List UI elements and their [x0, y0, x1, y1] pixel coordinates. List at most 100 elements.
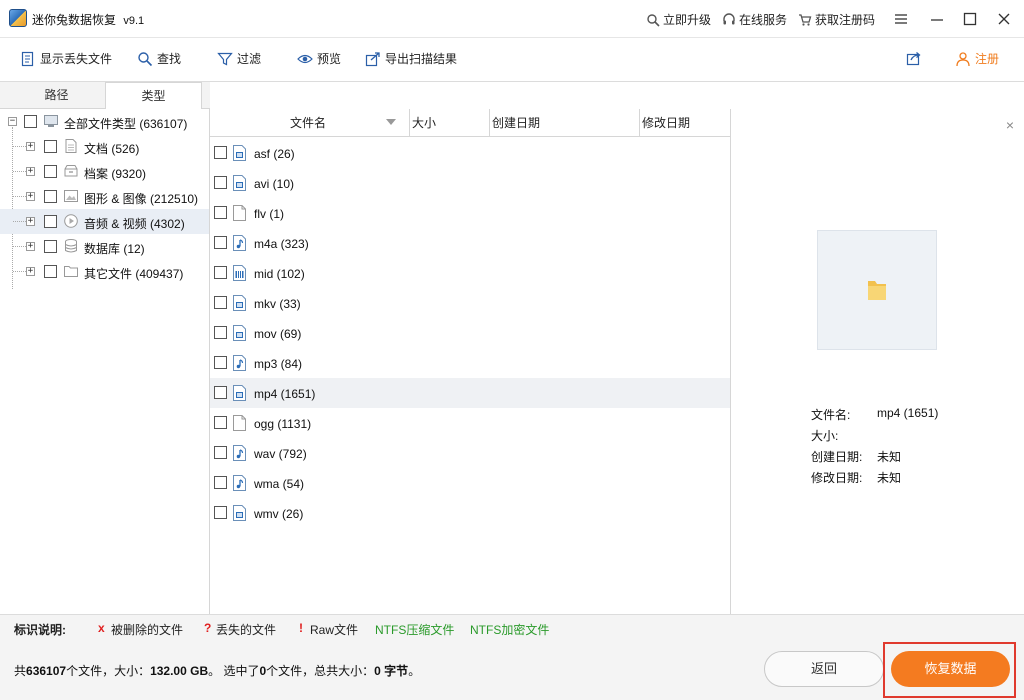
file-row[interactable]: mov (69) [210, 318, 730, 348]
file-type-label: mid (102) [254, 267, 305, 281]
expand-toggle[interactable]: + [26, 217, 35, 226]
file-checkbox[interactable] [214, 476, 227, 489]
minimize-button[interactable] [926, 8, 948, 30]
file-row[interactable]: ogg (1131) [210, 408, 730, 438]
file-row[interactable]: wmv (26) [210, 498, 730, 528]
export-scan-results-button[interactable]: 导出扫描结果 [365, 50, 457, 67]
tree-row[interactable]: + 其它文件 (409437) [0, 259, 209, 284]
total-size: 132.00 GB [150, 664, 209, 678]
find-button[interactable]: 查找 [137, 50, 181, 67]
file-checkbox[interactable] [214, 296, 227, 309]
preview-size-label: 大小: [811, 429, 839, 443]
file-list: 文件名 大小 创建日期 修改日期 asf (26) avi (10) flv (1)… [210, 109, 731, 614]
total-files-count: 636107 [26, 664, 67, 678]
get-code-link[interactable]: 获取注册码 [798, 11, 875, 28]
expand-toggle[interactable]: + [26, 267, 35, 276]
tree-checkbox[interactable] [44, 240, 57, 253]
file-checkbox[interactable] [214, 326, 227, 339]
video-file-icon [233, 325, 246, 341]
file-checkbox[interactable] [214, 206, 227, 219]
tree-item-label: 图形 & 图像 (212510) [84, 192, 199, 206]
file-row[interactable]: mid (102) [210, 258, 730, 288]
tree-row[interactable]: + 文档 (526) [0, 134, 209, 159]
lost-mark-icon: ? [204, 621, 212, 635]
tree-root-label: 全部文件类型 (636107) [64, 117, 188, 131]
preview-close-icon[interactable]: × [1006, 117, 1014, 133]
online-service-link[interactable]: 在线服务 [722, 11, 787, 28]
file-checkbox[interactable] [214, 236, 227, 249]
column-name-header[interactable]: 文件名 [210, 109, 410, 137]
tree-connector [13, 171, 26, 172]
tree-checkbox[interactable] [44, 215, 57, 228]
tree-checkbox[interactable] [44, 265, 57, 278]
file-type-label: m4a (323) [254, 237, 309, 251]
menu-button[interactable] [890, 8, 912, 30]
eye-icon [297, 54, 313, 63]
column-modified-header[interactable]: 修改日期 [640, 109, 731, 137]
tree-connector [13, 146, 26, 147]
get-code-label: 获取注册码 [815, 13, 876, 27]
legend-title: 标识说明: [14, 623, 66, 637]
tree-row[interactable]: + 数据库 (12) [0, 234, 209, 259]
tree-checkbox[interactable] [44, 140, 57, 153]
file-checkbox[interactable] [214, 146, 227, 159]
file-checkbox[interactable] [214, 266, 227, 279]
tree-checkbox[interactable] [44, 190, 57, 203]
column-created-header[interactable]: 创建日期 [490, 109, 640, 137]
expand-toggle[interactable]: + [26, 242, 35, 251]
file-checkbox[interactable] [214, 176, 227, 189]
file-type-label: asf (26) [254, 147, 295, 161]
file-checkbox[interactable] [214, 446, 227, 459]
tab-type[interactable]: 类型 [105, 82, 202, 110]
expand-toggle[interactable]: + [26, 167, 35, 176]
filter-button[interactable]: 过滤 [217, 50, 261, 67]
file-row[interactable]: avi (10) [210, 168, 730, 198]
file-row[interactable]: wma (54) [210, 468, 730, 498]
file-row[interactable]: m4a (323) [210, 228, 730, 258]
preview-thumbnail [817, 230, 937, 350]
tree-checkbox[interactable] [44, 165, 57, 178]
tree-row[interactable]: + 档案 (9320) [0, 159, 209, 184]
sort-desc-icon [386, 119, 396, 125]
close-button[interactable] [993, 8, 1015, 30]
expand-toggle[interactable]: + [26, 192, 35, 201]
expand-toggle[interactable]: + [26, 142, 35, 151]
file-checkbox[interactable] [214, 386, 227, 399]
tab-path[interactable]: 路径 [8, 82, 105, 109]
search-icon [138, 51, 153, 66]
preview-button[interactable]: 预览 [297, 50, 341, 67]
file-checkbox[interactable] [214, 416, 227, 429]
file-type-label: wmv (26) [254, 507, 304, 521]
file-row[interactable]: asf (26) [210, 138, 730, 168]
legend-ntfs-encrypted: NTFS加密文件 [470, 623, 550, 637]
file-row[interactable]: wav (792) [210, 438, 730, 468]
back-button[interactable]: 返回 [764, 651, 884, 687]
recover-data-button[interactable]: 恢复数据 [891, 651, 1010, 687]
file-type-label: mp4 (1651) [254, 387, 316, 401]
hamburger-icon [895, 14, 907, 24]
headset-icon [723, 12, 735, 24]
file-row[interactable]: flv (1) [210, 198, 730, 228]
find-label: 查找 [157, 52, 182, 66]
upgrade-link[interactable]: 立即升级 [646, 11, 711, 28]
tree-checkbox[interactable] [24, 115, 37, 128]
column-size-header[interactable]: 大小 [410, 109, 490, 137]
file-row[interactable]: mp3 (84) [210, 348, 730, 378]
tree-item-label: 文档 (526) [84, 142, 140, 156]
show-lost-files-button[interactable]: 显示丢失文件 [20, 50, 112, 67]
file-row[interactable]: mp4 (1651) [210, 378, 730, 408]
tree-row-root[interactable]: − 全部文件类型 (636107) [0, 109, 209, 134]
file-type-label: flv (1) [254, 207, 284, 221]
deleted-mark-icon: x [98, 621, 105, 635]
midi-file-icon [233, 265, 246, 281]
category-tree: − 全部文件类型 (636107) + 文档 (526) + 档案 (9320) + 图形… [0, 109, 210, 614]
file-checkbox[interactable] [214, 356, 227, 369]
register-button[interactable]: 注册 [955, 50, 999, 67]
tree-row[interactable]: + 音频 & 视频 (4302) [0, 209, 209, 234]
file-checkbox[interactable] [214, 506, 227, 519]
tree-row[interactable]: + 图形 & 图像 (212510) [0, 184, 209, 209]
collapse-toggle[interactable]: − [8, 117, 17, 126]
file-row[interactable]: mkv (33) [210, 288, 730, 318]
share-button[interactable] [906, 50, 922, 66]
maximize-button[interactable] [959, 8, 981, 30]
